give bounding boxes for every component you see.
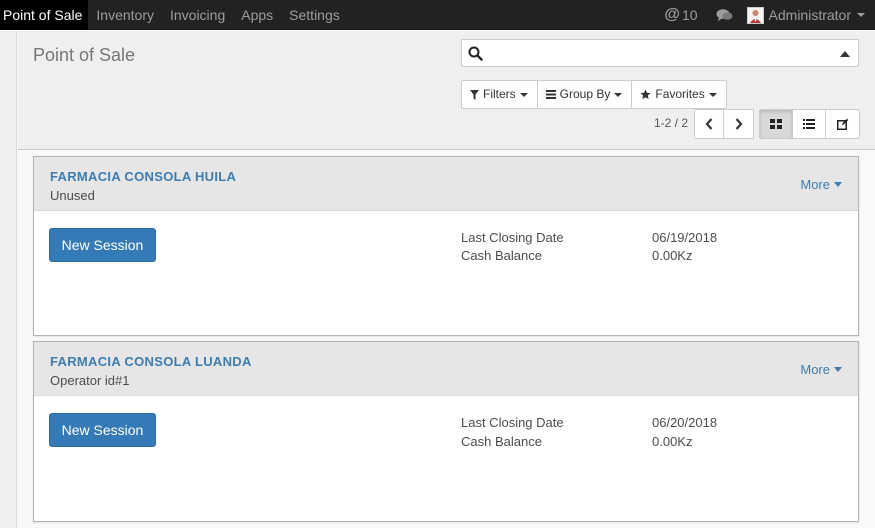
view-switcher xyxy=(759,109,860,139)
control-panel: Point of Sale Filters Group By Favorites xyxy=(18,31,875,150)
bars-icon xyxy=(545,90,556,99)
menu-settings[interactable]: Settings xyxy=(281,0,348,30)
last-closing-value: 06/19/2018 xyxy=(652,230,718,245)
chevron-down-icon xyxy=(708,92,717,97)
top-navbar: Point of Sale Inventory Invoicing Apps S… xyxy=(0,0,875,30)
favorites-label: Favorites xyxy=(655,87,705,101)
cash-balance-value: 0.00Kz xyxy=(652,434,693,449)
form-view-button[interactable] xyxy=(826,110,859,138)
chevron-left-icon xyxy=(705,118,713,130)
group-by-label: Group By xyxy=(559,87,611,101)
messages-count: 10 xyxy=(681,7,698,23)
filters-label: Filters xyxy=(483,87,516,101)
group-by-button[interactable]: Group By xyxy=(538,81,633,108)
systray: @ 10 Administrator xyxy=(664,0,875,30)
search-input[interactable] xyxy=(461,39,859,67)
cash-balance-label: Cash Balance xyxy=(461,248,542,263)
list-view-icon xyxy=(803,119,815,129)
avatar xyxy=(746,6,764,24)
kanban-view-icon xyxy=(770,119,782,129)
page-title: Point of Sale xyxy=(33,45,136,65)
pos-config-card: FARMACIA CONSOLA HUILA Unused More New S… xyxy=(33,156,859,336)
chevron-down-icon xyxy=(519,92,528,97)
card-status: Unused xyxy=(50,188,95,203)
chevron-down-icon xyxy=(834,367,842,372)
filters-button[interactable]: Filters xyxy=(462,81,538,108)
app-menu: Point of Sale Inventory Invoicing Apps S… xyxy=(0,0,348,30)
card-title[interactable]: FARMACIA CONSOLA HUILA xyxy=(50,169,236,184)
chevron-down-icon xyxy=(857,13,865,17)
at-sign-icon: @ xyxy=(664,6,680,23)
last-closing-label: Last Closing Date xyxy=(461,415,564,430)
kanban-view-button[interactable] xyxy=(760,110,793,138)
left-gutter xyxy=(0,31,17,528)
chevron-down-icon xyxy=(614,92,623,97)
card-title[interactable]: FARMACIA CONSOLA LUANDA xyxy=(50,354,252,369)
more-label: More xyxy=(800,362,830,377)
cash-balance-value: 0.00Kz xyxy=(652,248,693,263)
menu-point-of-sale[interactable]: Point of Sale xyxy=(0,0,89,30)
cash-balance-label: Cash Balance xyxy=(461,434,542,449)
user-menu[interactable]: Administrator xyxy=(746,6,865,24)
more-dropdown[interactable]: More xyxy=(800,177,842,192)
menu-apps[interactable]: Apps xyxy=(233,0,281,30)
more-dropdown[interactable]: More xyxy=(800,362,842,377)
pager-previous-button[interactable] xyxy=(695,110,724,138)
search-icon xyxy=(468,46,483,64)
filter-icon xyxy=(470,89,479,100)
new-session-button[interactable]: New Session xyxy=(49,228,156,262)
favorites-button[interactable]: Favorites xyxy=(632,81,725,108)
star-icon xyxy=(640,89,651,100)
chat-bubbles-icon[interactable] xyxy=(716,8,733,22)
pager-next-button[interactable] xyxy=(724,110,753,138)
search-options-toggle[interactable] xyxy=(840,51,850,57)
more-label: More xyxy=(800,177,830,192)
card-header: FARMACIA CONSOLA HUILA Unused More xyxy=(34,157,858,211)
card-header: FARMACIA CONSOLA LUANDA Operator id#1 Mo… xyxy=(34,342,858,396)
menu-inventory[interactable]: Inventory xyxy=(88,0,162,30)
menu-invoicing[interactable]: Invoicing xyxy=(162,0,233,30)
pager-buttons xyxy=(694,109,754,139)
list-view-button[interactable] xyxy=(793,110,826,138)
user-name: Administrator xyxy=(768,7,851,23)
pos-config-card: FARMACIA CONSOLA LUANDA Operator id#1 Mo… xyxy=(33,341,859,522)
card-status: Operator id#1 xyxy=(50,373,130,388)
new-session-button[interactable]: New Session xyxy=(49,413,156,447)
search-filters: Filters Group By Favorites xyxy=(461,80,727,109)
edit-form-icon xyxy=(836,118,848,130)
chevron-down-icon xyxy=(834,182,842,187)
messages-counter[interactable]: @ 10 xyxy=(664,6,697,24)
pager-value[interactable]: 1-2 / 2 xyxy=(654,116,688,130)
last-closing-label: Last Closing Date xyxy=(461,230,564,245)
chevron-right-icon xyxy=(735,118,742,130)
last-closing-value: 06/20/2018 xyxy=(652,415,718,430)
